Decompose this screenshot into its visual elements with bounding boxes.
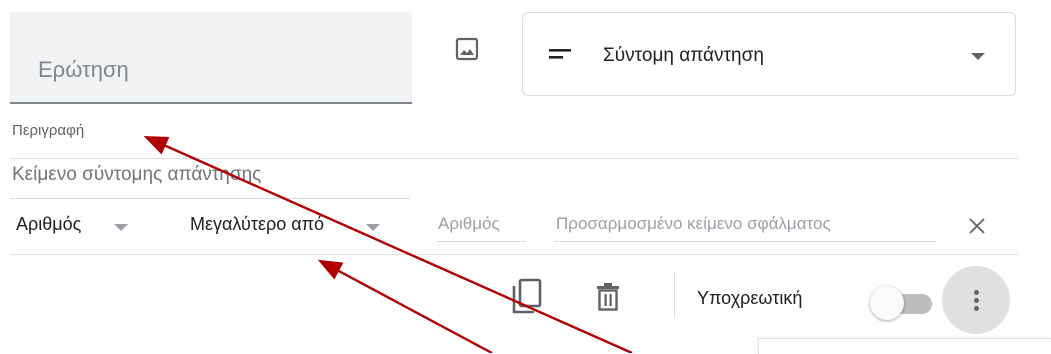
validation-condition-select[interactable]: Μεγαλύτερο από bbox=[190, 214, 324, 235]
question-title-placeholder: Ερώτηση bbox=[38, 57, 129, 82]
chevron-down-icon bbox=[971, 53, 985, 60]
dot bbox=[974, 306, 979, 311]
annotation-arrow-validation bbox=[317, 259, 493, 353]
dot bbox=[974, 298, 979, 303]
chevron-down-icon[interactable] bbox=[366, 224, 380, 231]
answer-underline bbox=[10, 198, 410, 199]
delete-icon[interactable] bbox=[594, 282, 622, 312]
close-icon[interactable] bbox=[967, 216, 987, 236]
question-type-label: Σύντομη απάντηση bbox=[603, 45, 764, 66]
description-field[interactable]: Περιγραφή bbox=[12, 122, 84, 139]
required-toggle[interactable] bbox=[870, 286, 936, 320]
validation-type-select[interactable]: Αριθμός bbox=[16, 214, 81, 235]
error-input-underline bbox=[554, 241, 936, 242]
required-label: Υποχρεωτική bbox=[697, 288, 803, 308]
dot bbox=[974, 290, 979, 295]
divider bbox=[10, 158, 1018, 159]
validation-error-text-input[interactable]: Προσαρμοσμένο κείμενο σφάλματος bbox=[556, 214, 831, 234]
image-icon[interactable] bbox=[454, 36, 484, 66]
more-vert-icon[interactable] bbox=[942, 266, 1010, 334]
chevron-down-icon[interactable] bbox=[114, 224, 128, 231]
divider bbox=[10, 254, 1018, 255]
question-title-field[interactable]: Ερώτηση bbox=[10, 12, 412, 104]
footer-separator bbox=[674, 272, 675, 318]
short-answer-text: Κείμενο σύντομης απάντησης bbox=[12, 164, 262, 185]
toggle-knob bbox=[870, 286, 904, 320]
short-text-icon bbox=[549, 49, 571, 59]
validation-number-input[interactable]: Αριθμός bbox=[438, 214, 500, 234]
number-input-underline bbox=[436, 241, 526, 242]
question-type-dropdown[interactable]: Σύντομη απάντηση bbox=[522, 12, 1016, 96]
menu-panel-edge bbox=[758, 338, 1051, 354]
content-copy-icon[interactable] bbox=[510, 278, 544, 316]
